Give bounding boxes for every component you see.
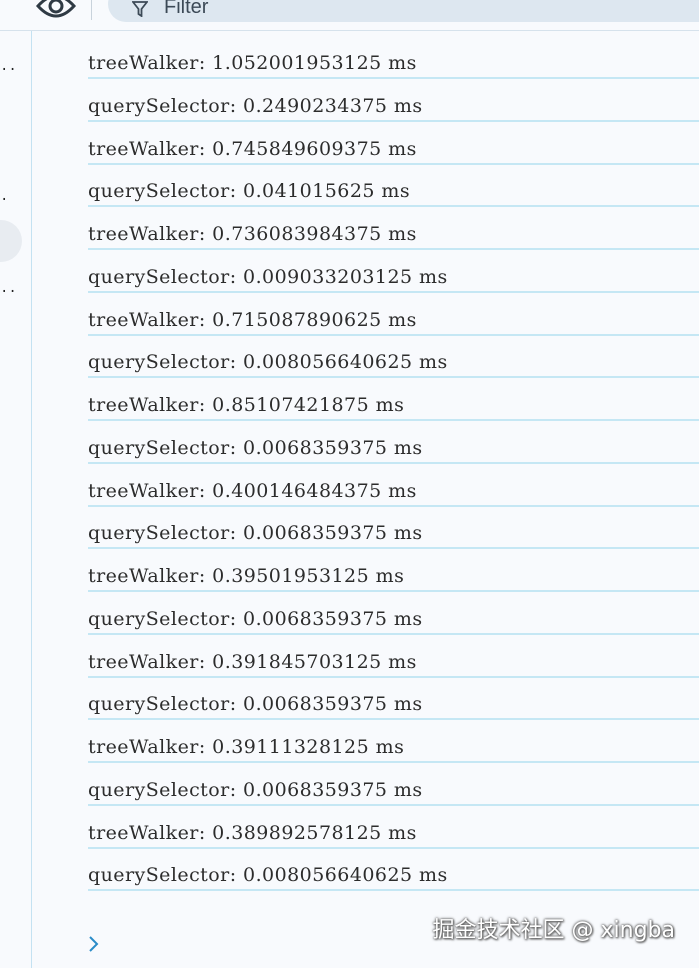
log-message: querySelector: 0.2490234375 ms [88, 94, 423, 117]
log-message: querySelector: 0.0068359375 ms [88, 693, 423, 716]
log-row: querySelector: 0.0068359375 ms [88, 593, 699, 635]
log-row: querySelector: 0.2490234375 ms [88, 80, 699, 122]
log-row: querySelector: 0.041015625 ms [88, 165, 699, 208]
log-message: querySelector: 0.0068359375 ms [88, 436, 423, 459]
log-message: treeWalker: 0.400146484375 ms [88, 479, 417, 502]
log-message: querySelector: 0.041015625 ms [88, 180, 411, 203]
live-expression-button[interactable] [34, 0, 78, 22]
log-row: querySelector: 0.008056640625 ms [88, 849, 699, 892]
console-sidebar: .. . .. [0, 31, 32, 968]
log-message: querySelector: 0.008056640625 ms [88, 351, 448, 374]
filter-icon [132, 1, 148, 17]
sidebar-selected-item[interactable] [0, 220, 22, 262]
log-row: querySelector: 0.0068359375 ms [88, 422, 699, 464]
log-row: treeWalker: 0.39111328125 ms [88, 721, 699, 763]
log-message: querySelector: 0.0068359375 ms [88, 778, 423, 801]
log-message: treeWalker: 0.85107421875 ms [88, 394, 405, 416]
log-message: treeWalker: 0.745849609375 ms [88, 137, 417, 160]
log-message: treeWalker: 0.736083984375 ms [88, 223, 417, 245]
eye-icon [35, 0, 77, 18]
sidebar-truncated-text: .. [0, 281, 17, 297]
log-row: querySelector: 0.0068359375 ms [88, 764, 699, 806]
log-row: treeWalker: 0.85107421875 ms [88, 379, 699, 421]
log-message: querySelector: 0.0068359375 ms [88, 607, 423, 630]
log-message: querySelector: 0.0068359375 ms [88, 522, 423, 545]
log-message: treeWalker: 1.052001953125 ms [88, 52, 417, 74]
log-message: treeWalker: 0.39111328125 ms [88, 736, 405, 758]
log-row: treeWalker: 0.400146484375 ms [88, 465, 699, 507]
log-message: treeWalker: 0.715087890625 ms [88, 308, 417, 331]
console-log-area: treeWalker: 1.052001953125 ms querySelect… [32, 31, 699, 968]
log-row: treeWalker: 0.745849609375 ms [88, 123, 699, 165]
sidebar-truncated-text: .. [0, 59, 17, 75]
log-row: treeWalker: 1.052001953125 ms [88, 37, 699, 79]
log-row: querySelector: 0.009033203125 ms [88, 251, 699, 293]
watermark: 掘金技术社区 @ xingba [432, 918, 675, 943]
sidebar-truncated-text: . [0, 189, 9, 205]
log-message: treeWalker: 0.39501953125 ms [88, 565, 405, 587]
log-message: treeWalker: 0.391845703125 ms [88, 650, 417, 673]
log-row: querySelector: 0.008056640625 ms [88, 336, 699, 379]
log-message: querySelector: 0.008056640625 ms [88, 864, 448, 887]
filter-placeholder: Filter [164, 0, 209, 18]
log-row: treeWalker: 0.715087890625 ms [88, 294, 699, 336]
toolbar-divider [91, 0, 92, 20]
filter-input[interactable]: Filter [108, 0, 699, 22]
log-row: querySelector: 0.0068359375 ms [88, 678, 699, 721]
log-row: querySelector: 0.0068359375 ms [88, 507, 699, 550]
console-toolbar: Filter [0, 0, 699, 31]
log-row: treeWalker: 0.389892578125 ms [88, 807, 699, 849]
log-row: treeWalker: 0.391845703125 ms [88, 636, 699, 678]
log-message: treeWalker: 0.389892578125 ms [88, 821, 417, 844]
chevron-right-icon[interactable] [87, 934, 101, 954]
log-row: treeWalker: 0.736083984375 ms [88, 208, 699, 250]
log-row: treeWalker: 0.39501953125 ms [88, 550, 699, 592]
log-message: querySelector: 0.009033203125 ms [88, 265, 448, 288]
